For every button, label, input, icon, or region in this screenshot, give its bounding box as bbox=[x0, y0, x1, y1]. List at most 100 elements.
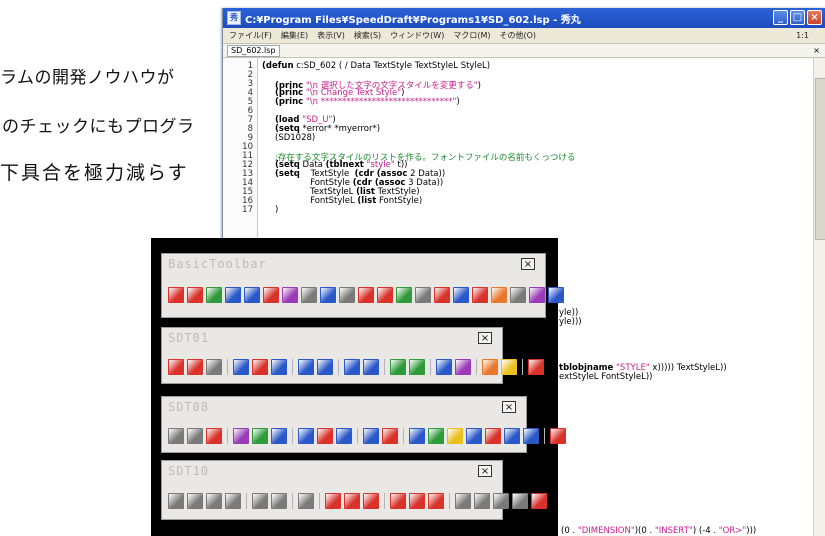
tool-icon[interactable] bbox=[550, 428, 566, 444]
toolbar-close-button[interactable]: × bbox=[478, 332, 492, 344]
tool-icon[interactable] bbox=[225, 493, 241, 509]
tool-icon[interactable] bbox=[472, 287, 488, 303]
title-bar: 秀 C:¥Program Files¥SpeedDraft¥Programs1¥… bbox=[223, 8, 825, 28]
tool-icon[interactable] bbox=[377, 287, 393, 303]
tool-icon[interactable] bbox=[548, 287, 564, 303]
tool-icon[interactable] bbox=[233, 428, 249, 444]
tool-icon[interactable] bbox=[501, 359, 517, 375]
tool-icon[interactable] bbox=[252, 428, 268, 444]
tab-bar: SD_602.lsp × bbox=[223, 44, 825, 58]
tool-icon[interactable] bbox=[206, 359, 222, 375]
tool-icon[interactable] bbox=[168, 493, 184, 509]
tool-icon[interactable] bbox=[512, 493, 528, 509]
tool-icon[interactable] bbox=[298, 428, 314, 444]
menu-file[interactable]: ファイル(F) bbox=[229, 30, 272, 41]
tool-icon[interactable] bbox=[187, 493, 203, 509]
tool-icon[interactable] bbox=[528, 359, 544, 375]
menu-macro[interactable]: マクロ(M) bbox=[453, 30, 490, 41]
tool-icon[interactable] bbox=[482, 359, 498, 375]
tool-icon[interactable] bbox=[436, 359, 452, 375]
tool-icon[interactable] bbox=[485, 428, 501, 444]
tool-icon[interactable] bbox=[317, 359, 333, 375]
tool-icon[interactable] bbox=[298, 359, 314, 375]
tool-icon[interactable] bbox=[344, 359, 360, 375]
tool-icon[interactable] bbox=[187, 287, 203, 303]
tool-icon[interactable] bbox=[428, 428, 444, 444]
tool-icon[interactable] bbox=[244, 287, 260, 303]
tool-icon[interactable] bbox=[358, 287, 374, 303]
toolbar-close-button[interactable]: × bbox=[502, 401, 516, 413]
menu-edit[interactable]: 編集(E) bbox=[281, 30, 308, 41]
close-button[interactable]: × bbox=[807, 10, 822, 25]
tool-icon[interactable] bbox=[206, 493, 222, 509]
tool-icon[interactable] bbox=[344, 493, 360, 509]
toolbar-close-button[interactable]: × bbox=[478, 465, 492, 477]
tool-icon[interactable] bbox=[339, 287, 355, 303]
tool-icon[interactable] bbox=[187, 428, 203, 444]
scrollbar-thumb[interactable] bbox=[815, 78, 825, 240]
tool-icon[interactable] bbox=[225, 287, 241, 303]
tool-icon[interactable] bbox=[298, 493, 314, 509]
tool-icon[interactable] bbox=[325, 493, 341, 509]
tool-icon[interactable] bbox=[453, 287, 469, 303]
tool-icon[interactable] bbox=[523, 428, 539, 444]
vertical-scrollbar[interactable] bbox=[813, 58, 825, 536]
tool-icon[interactable] bbox=[428, 493, 444, 509]
tool-icon[interactable] bbox=[409, 493, 425, 509]
tool-icon[interactable] bbox=[282, 287, 298, 303]
tool-icon[interactable] bbox=[168, 287, 184, 303]
tool-icon[interactable] bbox=[168, 428, 184, 444]
window-title: C:¥Program Files¥SpeedDraft¥Programs1¥SD… bbox=[245, 14, 581, 26]
tool-icon[interactable] bbox=[233, 359, 249, 375]
tool-icon[interactable] bbox=[363, 428, 379, 444]
toolbar-close-button[interactable]: × bbox=[521, 258, 535, 270]
tool-icon[interactable] bbox=[409, 428, 425, 444]
tool-icon[interactable] bbox=[252, 359, 268, 375]
tool-icon[interactable] bbox=[187, 359, 203, 375]
code-line: (princ "\n *****************************… bbox=[275, 97, 460, 107]
tool-icon[interactable] bbox=[510, 287, 526, 303]
tool-icon[interactable] bbox=[396, 287, 412, 303]
maximize-button[interactable]: □ bbox=[790, 10, 805, 25]
tool-icon[interactable] bbox=[529, 287, 545, 303]
tool-icon[interactable] bbox=[382, 428, 398, 444]
tab-close-icon[interactable]: × bbox=[813, 46, 820, 55]
tool-icon[interactable] bbox=[271, 359, 287, 375]
tool-icon[interactable] bbox=[252, 493, 268, 509]
tool-icon[interactable] bbox=[491, 287, 507, 303]
tool-icon[interactable] bbox=[301, 287, 317, 303]
tool-icon[interactable] bbox=[206, 428, 222, 444]
menu-window[interactable]: ウィンドウ(W) bbox=[390, 30, 444, 41]
toolbar-separator bbox=[430, 359, 431, 375]
tool-icon[interactable] bbox=[474, 493, 490, 509]
tool-icon[interactable] bbox=[320, 287, 336, 303]
tool-icon[interactable] bbox=[455, 359, 471, 375]
tool-icon[interactable] bbox=[363, 493, 379, 509]
minimize-button[interactable]: _ bbox=[773, 10, 788, 25]
menu-other[interactable]: その他(O) bbox=[500, 30, 537, 41]
tool-icon[interactable] bbox=[390, 359, 406, 375]
tool-icon[interactable] bbox=[271, 428, 287, 444]
toolbar-sdt08: SDT08 × bbox=[161, 396, 566, 453]
tool-icon[interactable] bbox=[531, 493, 547, 509]
tool-icon[interactable] bbox=[336, 428, 352, 444]
tool-icon[interactable] bbox=[409, 359, 425, 375]
menu-search[interactable]: 検索(S) bbox=[354, 30, 381, 41]
toolbar-separator bbox=[384, 359, 385, 375]
tool-icon[interactable] bbox=[363, 359, 379, 375]
tool-icon[interactable] bbox=[504, 428, 520, 444]
tool-icon[interactable] bbox=[434, 287, 450, 303]
tool-icon[interactable] bbox=[493, 493, 509, 509]
menu-view[interactable]: 表示(V) bbox=[317, 30, 345, 41]
tool-icon[interactable] bbox=[455, 493, 471, 509]
tool-icon[interactable] bbox=[271, 493, 287, 509]
tab-file[interactable]: SD_602.lsp bbox=[227, 44, 280, 57]
tool-icon[interactable] bbox=[263, 287, 279, 303]
tool-icon[interactable] bbox=[390, 493, 406, 509]
tool-icon[interactable] bbox=[206, 287, 222, 303]
tool-icon[interactable] bbox=[168, 359, 184, 375]
tool-icon[interactable] bbox=[317, 428, 333, 444]
tool-icon[interactable] bbox=[466, 428, 482, 444]
tool-icon[interactable] bbox=[415, 287, 431, 303]
tool-icon[interactable] bbox=[447, 428, 463, 444]
